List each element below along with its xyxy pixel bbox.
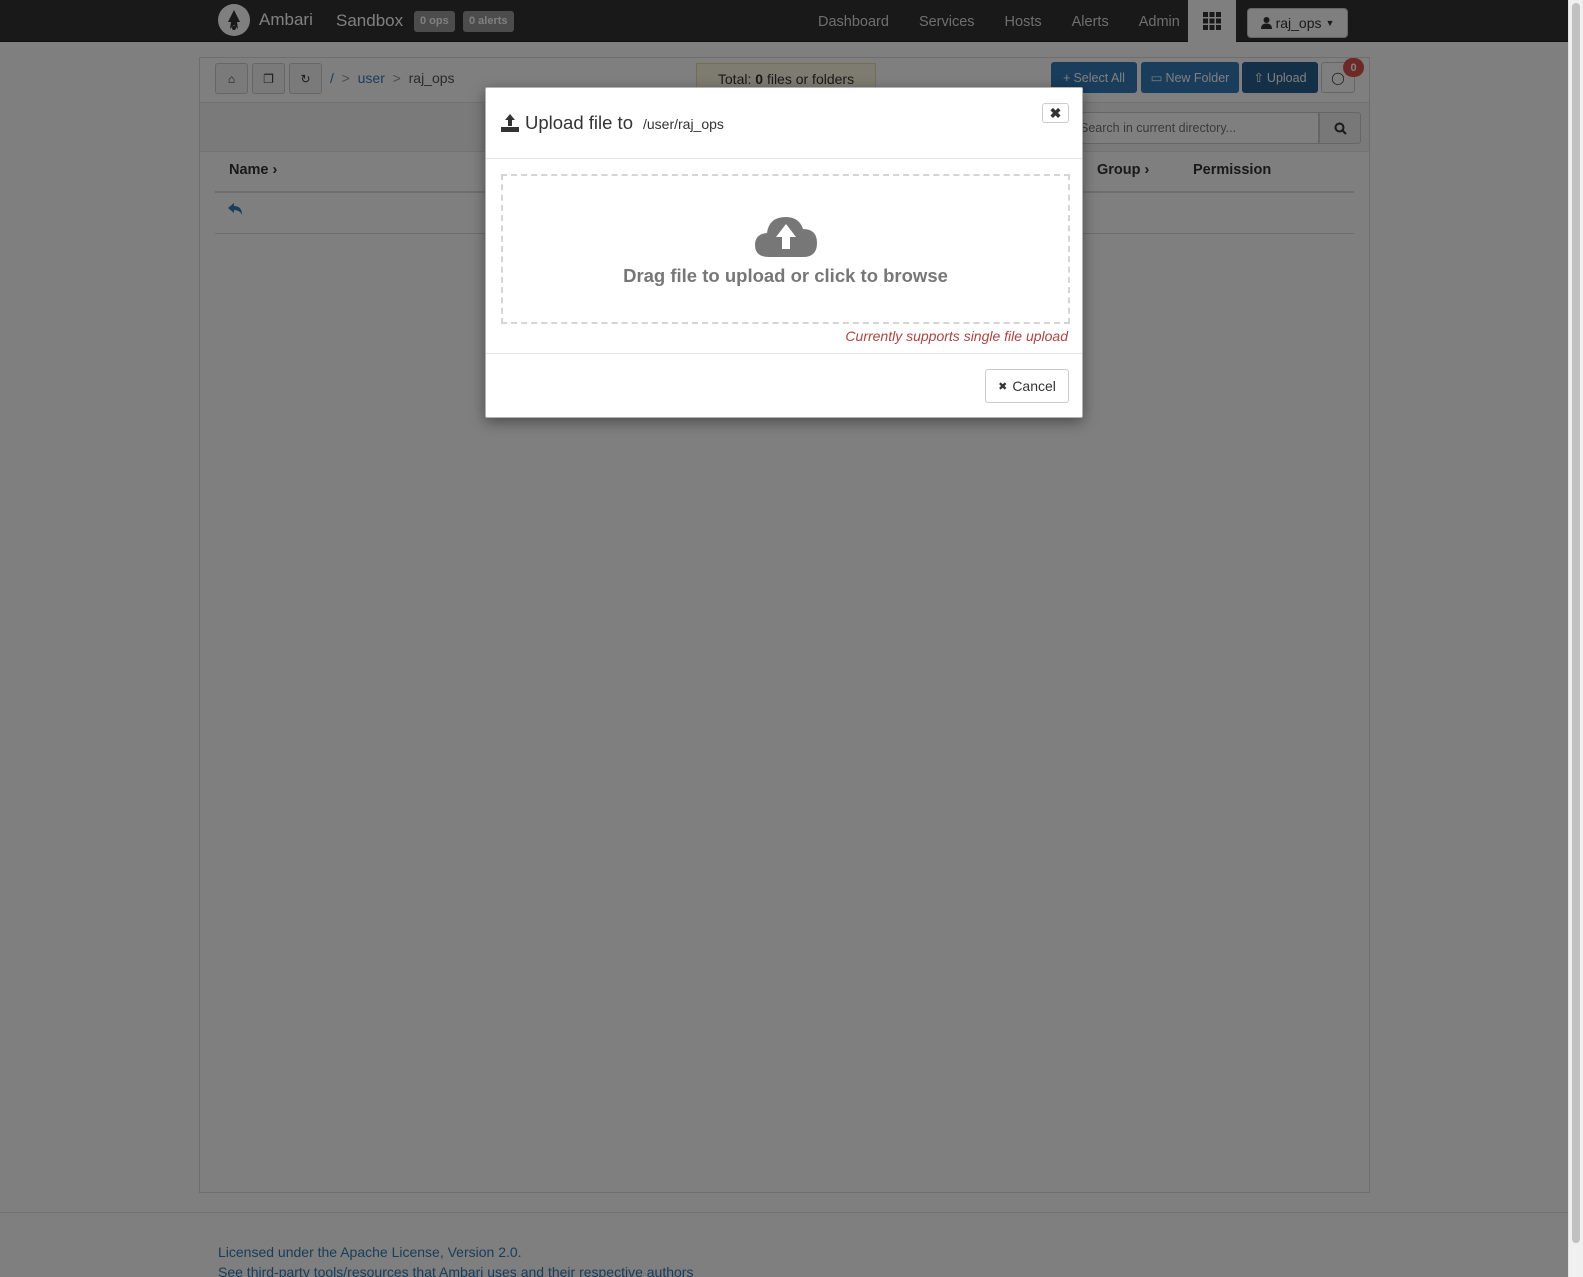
close-button[interactable]: ✖ <box>1042 103 1069 123</box>
modal-title: Upload file to /user/raj_ops <box>501 112 724 134</box>
cancel-label: Cancel <box>1012 378 1056 394</box>
modal-footer-divider <box>486 353 1082 354</box>
dropzone-text: Drag file to upload or click to browse <box>623 265 948 286</box>
upload-modal: Upload file to /user/raj_ops ✖ Drag file… <box>485 87 1083 418</box>
single-file-note: Currently supports single file upload <box>845 328 1068 344</box>
upload-icon <box>501 114 519 132</box>
close-icon: ✖ <box>1049 104 1062 121</box>
cancel-button[interactable]: ✖ Cancel <box>985 369 1069 403</box>
cloud-upload-icon <box>754 217 817 257</box>
scrollbar-thumb[interactable] <box>1572 3 1580 1243</box>
file-dropzone[interactable]: Drag file to upload or click to browse <box>501 174 1070 324</box>
close-icon: ✖ <box>998 380 1008 393</box>
modal-path: /user/raj_ops <box>642 116 724 132</box>
modal-title-text: Upload file to <box>525 112 633 133</box>
modal-header: Upload file to /user/raj_ops ✖ <box>486 88 1082 159</box>
